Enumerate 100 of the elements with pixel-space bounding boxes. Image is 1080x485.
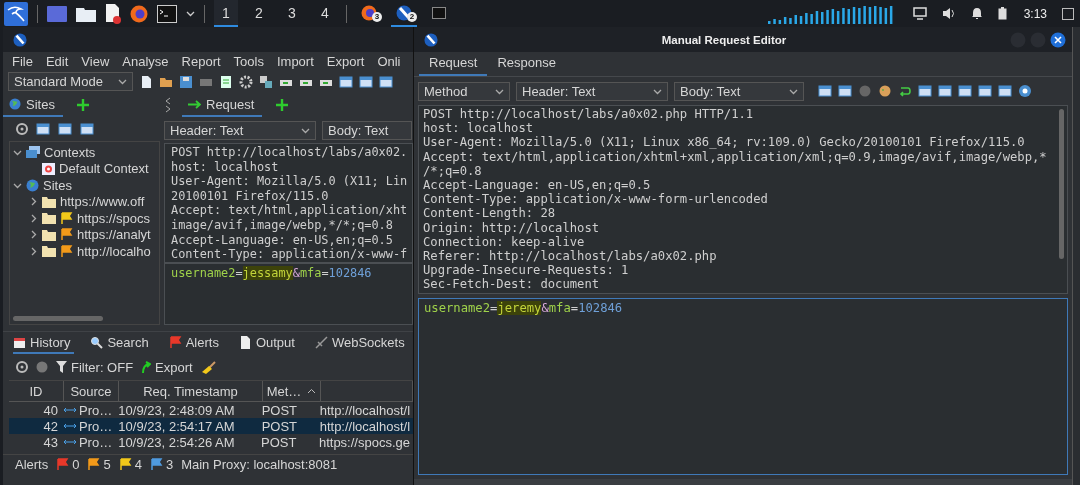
menu-item[interactable]: File xyxy=(12,53,33,69)
document-icon[interactable] xyxy=(139,74,153,89)
document-icon xyxy=(238,335,252,349)
request-tab[interactable]: Request xyxy=(182,93,263,117)
scrollbar[interactable] xyxy=(13,316,103,321)
body-format-dropdown[interactable]: Body: Text xyxy=(322,120,412,140)
window-icon[interactable] xyxy=(1062,7,1074,20)
table-row[interactable]: 42 Pro… 10/9/23, 2:54:17 AM POST http://localhost/l xyxy=(9,418,413,434)
menu-item[interactable]: Report xyxy=(181,53,221,69)
target-icon[interactable] xyxy=(16,361,28,373)
window-icon[interactable] xyxy=(998,84,1012,98)
cookie-icon[interactable] xyxy=(878,84,892,98)
chevron-right-icon[interactable] xyxy=(29,246,38,256)
menu-item[interactable]: Analyse xyxy=(122,53,169,69)
chevron-right-icon[interactable] xyxy=(29,230,38,240)
workspace-button[interactable]: 3 xyxy=(280,0,304,27)
workspace-button[interactable]: 1 xyxy=(214,0,238,27)
tree-item[interactable]: Contexts xyxy=(44,144,96,160)
tree-item[interactable]: https://analyt xyxy=(77,227,151,243)
window-icon[interactable] xyxy=(359,74,373,89)
window-icon[interactable] xyxy=(339,74,353,89)
help-icon[interactable] xyxy=(1018,84,1032,98)
document-icon[interactable] xyxy=(105,3,121,24)
chevron-right-icon[interactable] xyxy=(29,197,38,207)
target-icon[interactable] xyxy=(16,123,28,135)
window-icon[interactable] xyxy=(978,84,992,98)
spreadsheet-icon[interactable] xyxy=(219,74,233,89)
format-dropdown[interactable]: Header: Text xyxy=(516,81,668,101)
folder-icon xyxy=(42,195,56,208)
window-icon[interactable] xyxy=(80,122,94,136)
format-dropdown[interactable]: Body: Text xyxy=(674,81,804,101)
speaker-icon[interactable] xyxy=(941,7,956,20)
panel-tab[interactable]: Search xyxy=(90,332,153,354)
scrollbar[interactable] xyxy=(1059,109,1064,259)
table-row[interactable]: 43 Pro… 10/9/23, 2:54:26 AM POST https://spocs.ge xyxy=(9,434,413,450)
window-icon[interactable] xyxy=(918,84,932,98)
taskbar-app-button[interactable]: 3 xyxy=(356,0,382,27)
menu-item[interactable]: Edit xyxy=(45,53,69,69)
table-row[interactable]: 40 Pro… 10/9/23, 2:48:09 AM POST http://localhost/l xyxy=(9,402,413,418)
workspace-button[interactable]: 2 xyxy=(247,0,271,27)
tab[interactable]: Request xyxy=(419,52,488,76)
tree-item[interactable]: http://localho xyxy=(77,243,151,259)
terminal-icon[interactable] xyxy=(157,4,177,23)
window-icon[interactable] xyxy=(838,84,852,98)
double-arrow-icon xyxy=(63,439,76,445)
window-icon[interactable] xyxy=(58,122,72,136)
panel-tab[interactable]: Output xyxy=(238,332,299,354)
add-icon[interactable] xyxy=(76,99,89,111)
firefox-icon[interactable] xyxy=(130,4,148,23)
menu-item[interactable]: Onli xyxy=(377,53,401,69)
sites-tab[interactable]: Sites xyxy=(3,93,63,117)
window-icon[interactable] xyxy=(958,84,972,98)
bell-icon[interactable] xyxy=(970,7,983,20)
menu-item[interactable]: View xyxy=(81,53,110,69)
mode-dropdown[interactable]: Standard Mode xyxy=(8,72,133,91)
tab[interactable]: Response xyxy=(487,52,566,76)
menu-item[interactable]: Import xyxy=(276,53,314,69)
header-format-dropdown[interactable]: Header: Text xyxy=(164,120,316,140)
panel-tab[interactable]: Alerts xyxy=(168,332,223,354)
gear-icon[interactable] xyxy=(239,74,253,89)
window-icon[interactable] xyxy=(818,84,832,98)
window-icon[interactable] xyxy=(36,122,50,136)
panel-tab[interactable]: WebSockets xyxy=(314,332,409,354)
column-header[interactable]: Req. Timestamp xyxy=(119,381,263,401)
swap-icon[interactable] xyxy=(259,74,273,89)
tree-item[interactable]: Default Context xyxy=(59,161,149,177)
column-header[interactable]: ID xyxy=(9,381,64,401)
panel-tab[interactable]: History xyxy=(13,332,75,354)
arrow-up-right-icon xyxy=(141,361,152,373)
filter-button[interactable]: Filter: OFF xyxy=(56,359,134,375)
chevron-down-icon[interactable] xyxy=(186,9,195,18)
column-header[interactable]: Met… xyxy=(263,381,321,401)
chevron-right-icon[interactable] xyxy=(29,213,38,223)
close-button[interactable] xyxy=(1050,31,1066,48)
tree-item[interactable]: https://spocs xyxy=(77,210,150,226)
column-header[interactable]: Source xyxy=(64,381,119,401)
floppy-icon[interactable] xyxy=(179,74,193,89)
tree-item[interactable]: https://www.off xyxy=(60,194,145,210)
alert-count: 5 xyxy=(103,457,111,472)
menu-item[interactable]: Export xyxy=(326,53,365,69)
chevrons-icon[interactable] xyxy=(164,97,172,113)
clock[interactable]: 3:13 xyxy=(1023,6,1047,21)
desktop-icon[interactable] xyxy=(47,5,67,22)
menu-item[interactable]: Tools xyxy=(233,53,264,69)
broom-icon[interactable] xyxy=(200,360,217,374)
dragon-logo-icon[interactable] xyxy=(4,1,28,26)
workspace-button[interactable]: 4 xyxy=(313,0,337,27)
window-icon[interactable] xyxy=(938,84,952,98)
tree-item[interactable]: Sites xyxy=(43,177,72,193)
window-icon[interactable] xyxy=(379,74,393,89)
battery-icon[interactable] xyxy=(997,7,1007,20)
folder-icon[interactable] xyxy=(76,5,96,22)
format-dropdown[interactable]: Method xyxy=(418,81,510,101)
export-button[interactable]: Export xyxy=(141,359,193,375)
return-arrow-icon[interactable] xyxy=(898,84,912,98)
add-icon[interactable] xyxy=(276,99,289,111)
monitor-icon[interactable] xyxy=(912,7,927,20)
table-cell-text: POST xyxy=(260,402,299,418)
header-line: Referer: http://localhost/labs/a0x02.php xyxy=(423,249,718,264)
chevron-down-icon[interactable] xyxy=(118,77,127,86)
